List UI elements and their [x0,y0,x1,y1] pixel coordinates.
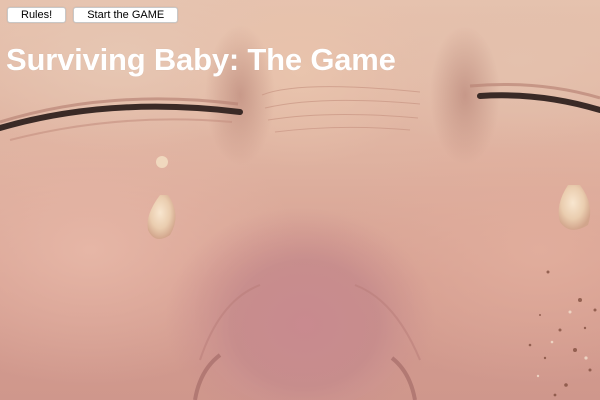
page-title: Surviving Baby: The Game [6,42,396,77]
nose [195,220,415,400]
forehead-wrinkles [261,86,421,133]
start-game-button[interactable]: Start the GAME [73,7,179,23]
rules-button[interactable]: Rules! [7,7,67,23]
left-eye-lashes [0,103,243,131]
left-tear [147,195,176,239]
top-controls: Rules! Start the GAME [7,7,179,23]
skin-speckles [528,270,597,397]
right-tear [558,185,591,230]
